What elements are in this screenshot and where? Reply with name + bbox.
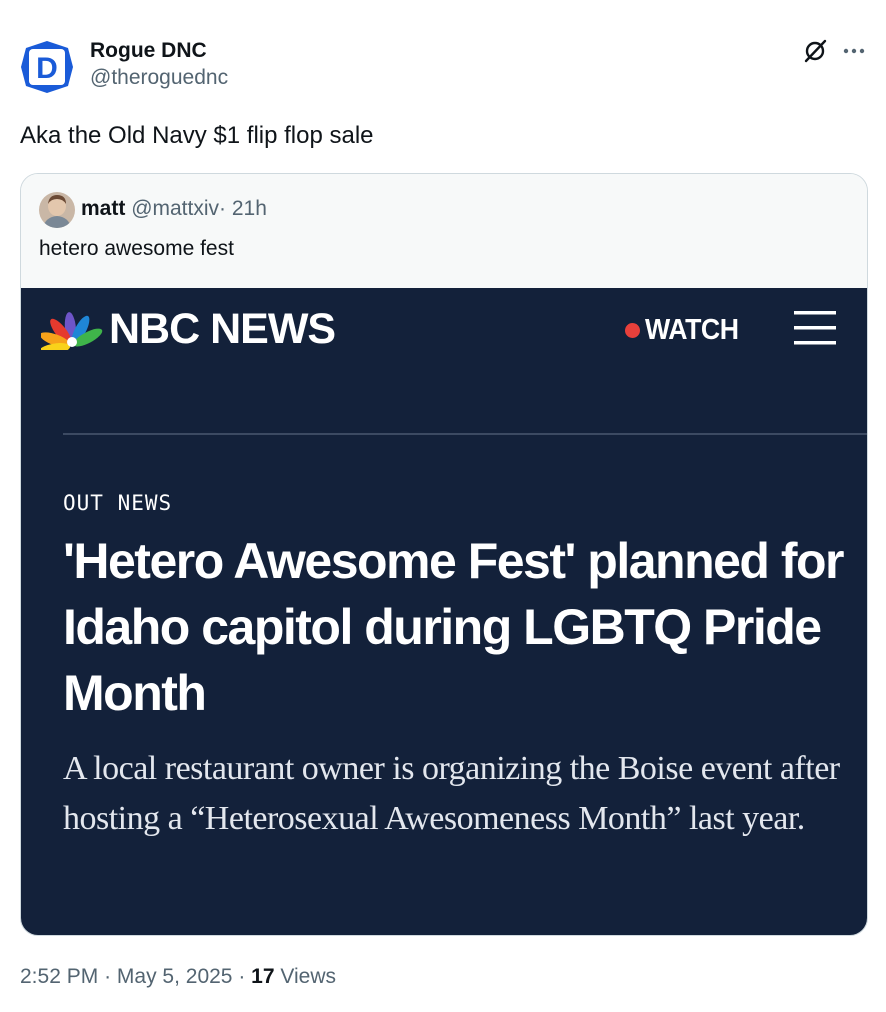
article-headline: 'Hetero Awesome Fest' planned for Idaho … [63, 533, 845, 721]
author-handle[interactable]: @theroguednc [90, 64, 228, 92]
quoted-author-handle[interactable]: @mattxiv [131, 197, 219, 220]
footer-separator: · [104, 965, 112, 988]
footer-separator: · [238, 965, 246, 988]
author-name[interactable]: Rogue DNC [90, 38, 228, 64]
views-label[interactable]: Views [280, 965, 336, 988]
author-avatar[interactable]: D [20, 40, 74, 94]
author-info: Rogue DNC @theroguednc [90, 38, 228, 92]
quoted-tweet-header: matt @mattxiv· 21h hetero awesome fest [21, 174, 867, 288]
header-divider [63, 433, 867, 435]
quoted-tweet[interactable]: matt @mattxiv· 21h hetero awesome fest N… [20, 173, 868, 936]
tweet-time[interactable]: 2:52 PM [20, 965, 98, 988]
views-count[interactable]: 17 [251, 965, 274, 988]
quoted-tweet-time[interactable]: 21h [232, 197, 267, 220]
tweet-text: Aka the Old Navy $1 flip flop sale [20, 122, 374, 149]
watch-label: WATCH [645, 314, 739, 346]
hamburger-menu-icon [794, 311, 836, 345]
tweet-top-actions [802, 38, 866, 64]
live-dot-icon [625, 322, 640, 338]
nbc-peacock-logo [41, 312, 103, 350]
svg-text:D: D [36, 52, 58, 85]
meta-separator: · [219, 197, 227, 220]
article-deck: A local restaurant owner is organizing t… [63, 750, 840, 837]
grok-slash-icon[interactable] [802, 38, 828, 64]
quoted-author-name[interactable]: matt [81, 197, 125, 220]
tweet-date[interactable]: May 5, 2025 [117, 965, 233, 988]
more-dots-icon[interactable] [842, 39, 866, 63]
news-screenshot-image[interactable]: NBC NEWS WATCH OUT NEWS 'Hetero Awesome … [21, 288, 867, 935]
quoted-author-avatar[interactable] [39, 192, 75, 228]
tweet-footer: 2:52 PM · May 5, 2025 · 17 Views [20, 962, 336, 992]
watch-button: WATCH [625, 312, 747, 348]
nbc-news-wordmark: NBC NEWS [109, 305, 336, 353]
quoted-tweet-text: hetero awesome fest [39, 237, 234, 260]
quoted-tweet-meta: matt @mattxiv· 21h [81, 194, 267, 224]
section-label: OUT NEWS [63, 491, 173, 515]
